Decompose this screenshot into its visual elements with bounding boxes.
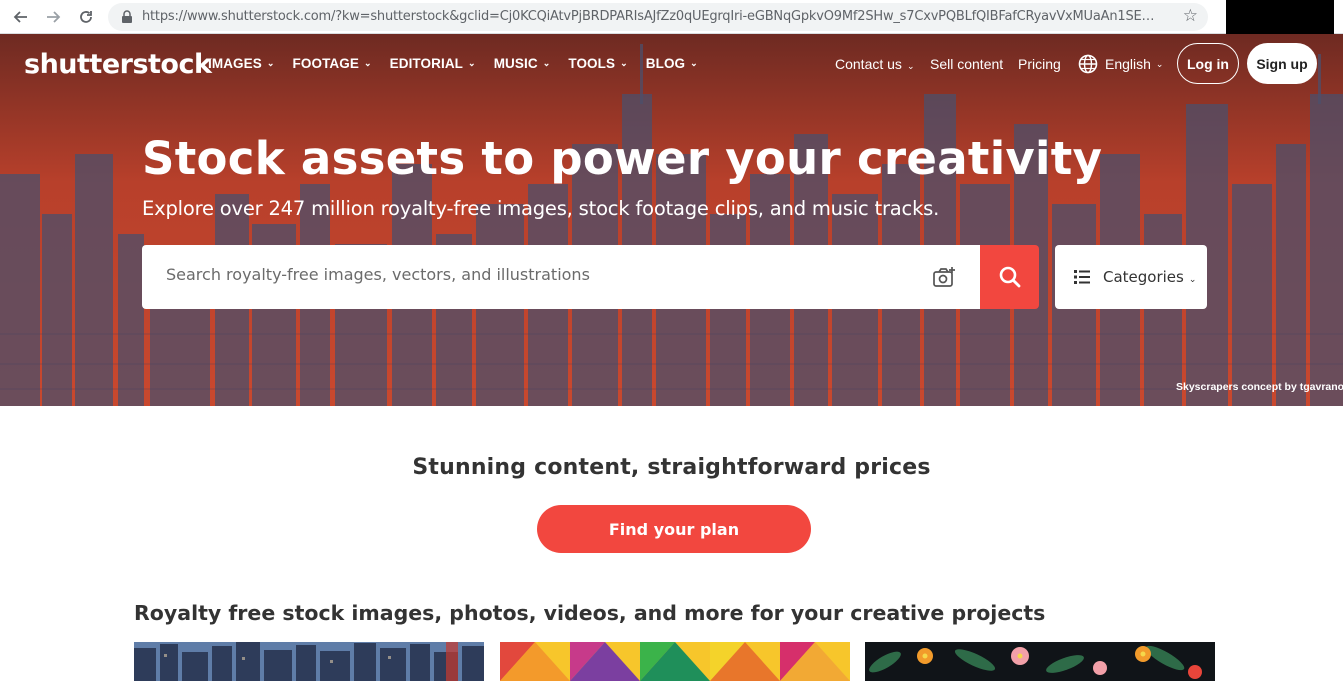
chevron-down-icon: ⌄ [542, 58, 551, 68]
thumbnail-city-photo[interactable] [134, 642, 484, 681]
chevron-down-icon: ⌄ [690, 58, 698, 68]
sell-content-link[interactable]: Sell content [930, 56, 1003, 72]
hero-banner: shutterstock IMAGES ⌄ FOOTAGE ⌄ EDITORIAL ⌄… [0, 34, 1343, 406]
globe-icon [1078, 54, 1098, 74]
chevron-down-icon: ⌄ [468, 58, 476, 68]
url-text[interactable]: https://www.shutterstock.com/?kw=shutter… [142, 9, 1162, 24]
list-icon [1074, 270, 1090, 284]
section-title: Royalty free stock images, photos, video… [134, 601, 1046, 625]
nav-images[interactable]: IMAGES ⌄ [208, 56, 275, 71]
search-icon [999, 266, 1020, 288]
redacted-region [1226, 0, 1334, 34]
reload-icon[interactable] [75, 6, 97, 28]
pricing-link[interactable]: Pricing [1018, 56, 1061, 72]
categories-label: Categories [1103, 268, 1184, 286]
login-button[interactable]: Log in [1177, 43, 1239, 84]
language-label: English [1105, 56, 1151, 72]
chevron-down-icon: ⌄ [1188, 275, 1197, 285]
nav-tools[interactable]: TOOLS ⌄ [568, 56, 627, 71]
main-nav: IMAGES ⌄ FOOTAGE ⌄ EDITORIAL ⌄ MUSIC ⌄ TOOLS… [208, 56, 716, 71]
lock-icon [122, 10, 132, 23]
contact-us-link[interactable]: Contact us ⌄ [835, 56, 914, 72]
chevron-down-icon: ⌄ [1155, 58, 1164, 69]
bookmark-star-icon[interactable]: ☆ [1183, 6, 1198, 26]
language-selector[interactable]: English ⌄ [1078, 54, 1163, 74]
search-input[interactable] [166, 265, 906, 284]
chevron-down-icon: ⌄ [906, 61, 915, 71]
nav-music[interactable]: MUSIC ⌄ [494, 56, 551, 71]
chevron-down-icon: ⌄ [266, 58, 275, 68]
thumbnail-tropical-pattern[interactable] [865, 642, 1215, 681]
categories-button[interactable]: Categories ⌄ [1055, 245, 1207, 309]
chevron-down-icon: ⌄ [620, 58, 628, 68]
image-credit[interactable]: Skyscrapers concept by tgavrano [1176, 381, 1343, 393]
back-icon[interactable] [10, 6, 32, 28]
thumbnail-colorful-geometric[interactable] [500, 642, 850, 681]
forward-icon[interactable] [42, 6, 64, 28]
browser-toolbar: https://www.shutterstock.com/?kw=shutter… [0, 0, 1343, 34]
nav-blog[interactable]: BLOG ⌄ [646, 56, 698, 71]
signup-button[interactable]: Sign up [1247, 43, 1317, 84]
shutterstock-logo[interactable]: shutterstock [24, 49, 212, 80]
search-bar [142, 245, 980, 309]
find-your-plan-button[interactable]: Find your plan [537, 505, 811, 553]
nav-footage[interactable]: FOOTAGE ⌄ [293, 56, 372, 71]
address-bar[interactable]: https://www.shutterstock.com/?kw=shutter… [108, 3, 1208, 31]
chevron-down-icon: ⌄ [363, 58, 372, 68]
search-button[interactable] [980, 245, 1039, 309]
reverse-image-search-camera-icon[interactable] [932, 265, 956, 289]
promo-title: Stunning content, straightforward prices [412, 455, 931, 480]
hero-title: Stock assets to power your creativity [142, 132, 1103, 185]
nav-editorial[interactable]: EDITORIAL ⌄ [390, 56, 476, 71]
hero-subtitle: Explore over 247 million royalty-free im… [142, 197, 940, 220]
city-skyline-background [0, 34, 1343, 406]
